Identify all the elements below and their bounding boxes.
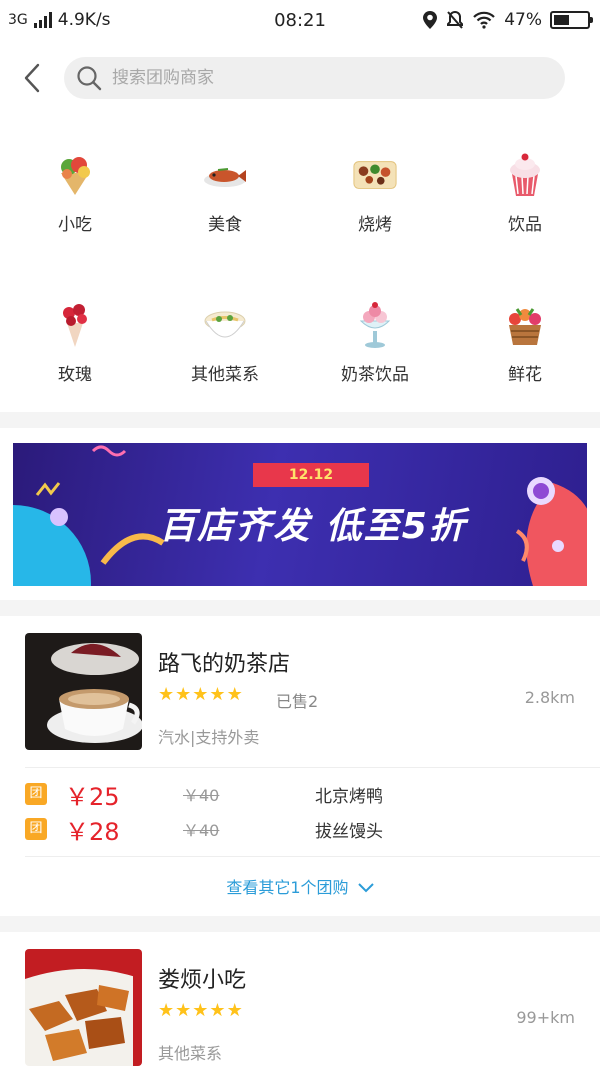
divider [25, 767, 600, 768]
category-label: 饮品 [508, 215, 542, 235]
deal-row[interactable]: 团 ￥28 ￥40 拔丝馒头 [25, 814, 585, 846]
category-snack[interactable]: 小吃 [0, 152, 150, 262]
chevron-left-icon [24, 63, 40, 93]
signal-icon [33, 12, 52, 28]
battery-percent: 47% [504, 10, 542, 30]
banner-headline: 百店齐发 低至5折 [159, 506, 467, 547]
banner-date: 12.12 [253, 463, 369, 487]
status-right: 47% [422, 10, 593, 30]
star-icon: ★ [192, 684, 209, 705]
category-label: 烧烤 [358, 215, 392, 235]
star-icon: ★ [209, 684, 226, 705]
status-bar: 3G 4.9K/s 08:21 47% [0, 0, 600, 40]
deal-original-price: ￥40 [183, 821, 220, 840]
mute-bell-icon [447, 10, 464, 29]
rose-bouquet-icon [52, 302, 98, 348]
location-icon [423, 11, 438, 29]
sold-count: 已售2 [276, 692, 319, 711]
battery-level [554, 15, 570, 25]
star-icon: ★ [158, 684, 175, 705]
category-drinks[interactable]: 饮品 [450, 152, 600, 262]
star-icon: ★ [192, 1000, 209, 1021]
deal-price: ￥28 [65, 817, 120, 846]
deal-original-price: ￥40 [183, 786, 220, 805]
star-icon: ★ [175, 1000, 192, 1021]
category-label: 小吃 [58, 215, 92, 235]
sundae-icon [352, 302, 398, 348]
noodle-bowl-icon [202, 302, 248, 348]
deal-name: 拔丝馒头 [315, 821, 383, 842]
promo-banner-section: 12.12 百店齐发 低至5折 [0, 428, 600, 600]
star-icon: ★ [158, 1000, 175, 1021]
category-label: 玫瑰 [58, 365, 92, 385]
category-label: 鲜花 [508, 365, 542, 385]
category-milk-tea[interactable]: 奶茶饮品 [300, 302, 450, 412]
category-label: 美食 [208, 215, 242, 235]
category-label: 奶茶饮品 [341, 365, 409, 385]
shop-card[interactable]: 娄烦小吃 ★ ★ ★ ★ ★ 99+km 其他菜系 [0, 932, 600, 1067]
shop-name: 娄烦小吃 [158, 968, 247, 993]
shop-card[interactable]: 路飞的奶茶店 ★ ★ ★ ★ ★ 已售2 2.8km 汽水|支持外卖 团 ￥25 ￥40… [0, 616, 600, 916]
view-more-deals-link[interactable]: 查看其它1个团购 [0, 874, 600, 898]
cupcake-icon [502, 152, 548, 198]
category-grid: 小吃 美食 烧烤 饮品 玫瑰 其他菜系 奶茶饮品 鲜花 [0, 116, 600, 412]
deal-name: 北京烤鸭 [315, 786, 383, 807]
header [0, 40, 600, 116]
network-type: 3G [8, 12, 28, 28]
star-icon: ★ [209, 1000, 226, 1021]
shop-thumbnail [25, 633, 142, 750]
shop-distance: 99+km [516, 1008, 575, 1027]
shop-distance: 2.8km [524, 688, 575, 707]
chevron-down-icon [357, 883, 374, 893]
shop-tags: 汽水|支持外卖 [158, 728, 260, 747]
fish-dish-icon [202, 152, 248, 198]
star-icon: ★ [226, 684, 243, 705]
category-other-cuisine[interactable]: 其他菜系 [150, 302, 300, 412]
group-buy-badge: 团 [25, 783, 47, 805]
category-flowers[interactable]: 鲜花 [450, 302, 600, 412]
star-icon: ★ [175, 684, 192, 705]
view-more-label: 查看其它1个团购 [226, 878, 349, 897]
divider [25, 856, 600, 857]
back-button[interactable] [0, 40, 64, 116]
category-food[interactable]: 美食 [150, 152, 300, 262]
search-input[interactable] [112, 68, 532, 88]
deal-price: ￥25 [65, 782, 120, 811]
category-label: 其他菜系 [191, 365, 259, 385]
network-speed: 4.9K/s [57, 10, 111, 30]
search-icon [72, 61, 106, 95]
shop-thumbnail [25, 949, 142, 1066]
group-buy-badge: 团 [25, 818, 47, 840]
bbq-platter-icon [352, 152, 398, 198]
shop-tags: 其他菜系 [158, 1044, 223, 1063]
search-box[interactable] [64, 57, 565, 99]
rating-stars: ★ ★ ★ ★ ★ [158, 686, 243, 704]
promo-banner[interactable]: 12.12 百店齐发 低至5折 [13, 443, 587, 586]
flower-basket-icon [502, 302, 548, 348]
wifi-icon [473, 11, 495, 29]
battery-icon [550, 11, 593, 29]
status-left: 3G 4.9K/s [8, 10, 111, 30]
rating-stars: ★ ★ ★ ★ ★ [158, 1002, 243, 1020]
category-rose[interactable]: 玫瑰 [0, 302, 150, 412]
wrap-icon [52, 152, 98, 198]
star-icon: ★ [226, 1000, 243, 1021]
category-bbq[interactable]: 烧烤 [300, 152, 450, 262]
deal-row[interactable]: 团 ￥25 ￥40 北京烤鸭 [25, 779, 585, 811]
shop-name: 路飞的奶茶店 [158, 652, 291, 677]
